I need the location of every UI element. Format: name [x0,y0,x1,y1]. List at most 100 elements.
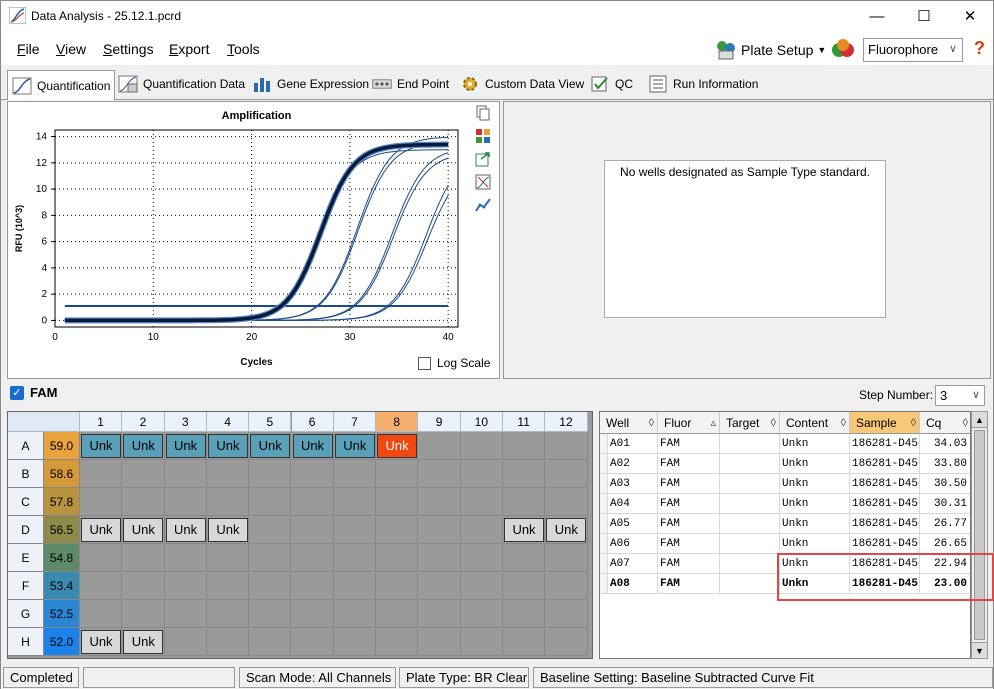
copy-icon[interactable] [475,105,491,121]
menu-export[interactable]: Export [169,41,209,57]
scroll-up-icon[interactable]: ▲ [972,412,987,428]
plate-row-header[interactable]: D [8,516,44,544]
tab-qc[interactable]: QC [585,70,638,98]
plate-well[interactable] [460,600,503,628]
table-scrollbar[interactable]: ▲ ▼ [971,411,988,659]
sort-icon[interactable]: ◊ [771,412,776,434]
minimize-button[interactable]: — [854,1,900,31]
help-icon[interactable]: ? [974,38,985,59]
plate-well[interactable] [503,628,546,656]
plate-well[interactable] [291,600,334,628]
plate-well[interactable] [291,516,334,544]
row-selector[interactable] [600,474,608,494]
plate-well[interactable] [545,460,588,488]
plate-well[interactable] [545,544,588,572]
row-selector[interactable] [600,554,608,574]
plate-well[interactable] [376,516,419,544]
plate-well[interactable] [291,572,334,600]
plate-well[interactable] [249,572,292,600]
plate-row-header[interactable]: H [8,628,44,656]
plate-well[interactable] [206,460,250,488]
plate-well[interactable] [249,600,292,628]
scroll-down-icon[interactable]: ▼ [972,642,987,658]
plate-column-header[interactable]: 11 [503,412,546,432]
plate-well[interactable] [206,572,250,600]
plate-well[interactable] [545,432,588,460]
plate-well[interactable] [333,544,377,572]
plate-well[interactable] [249,628,292,656]
well-sample-type[interactable]: Unk [165,434,206,458]
well-sample-type[interactable]: Unk [377,434,418,458]
plate-well[interactable] [545,488,588,516]
tab-end-point[interactable]: End Point [367,70,454,98]
plate-column-header[interactable]: 10 [460,412,503,432]
plate-well[interactable] [164,572,207,600]
plate-well[interactable] [206,488,250,516]
plate-well[interactable] [418,544,461,572]
plate-well[interactable] [460,628,503,656]
plate-well[interactable] [164,488,207,516]
tab-run-information[interactable]: Run Information [643,70,763,98]
well-sample-type[interactable]: Unk [207,434,248,458]
close-button[interactable]: ✕ [947,1,993,31]
tab-custom-data-view[interactable]: Custom Data View [455,70,589,98]
plate-well[interactable] [376,628,419,656]
plate-well[interactable] [80,488,123,516]
plate-well[interactable] [249,516,292,544]
plate-row-header[interactable]: B [8,460,44,488]
row-selector[interactable] [600,454,608,474]
plate-well[interactable] [164,628,207,656]
plate-column-header[interactable]: 4 [206,412,250,432]
plate-well[interactable] [503,432,546,460]
tab-quantification[interactable]: Quantification [7,70,116,100]
plate-well[interactable] [291,628,334,656]
well-sample-type[interactable]: Unk [165,518,206,542]
plate-well[interactable] [418,572,461,600]
sort-icon[interactable]: ▵ [710,412,716,434]
plate-well[interactable] [206,628,250,656]
tab-quantification-data[interactable]: Quantification Data [113,70,250,98]
column-header-sample[interactable]: Sample ◊ [850,412,920,434]
plate-well[interactable] [418,488,461,516]
row-selector[interactable] [600,514,608,534]
well-sample-type[interactable]: Unk [207,518,248,542]
plate-well[interactable] [503,488,546,516]
column-header-cq[interactable]: Cq ◊ [920,412,970,434]
plate-row-header[interactable]: F [8,572,44,600]
plate-well[interactable] [503,600,546,628]
plate-well[interactable] [418,516,461,544]
plate-well[interactable] [291,460,334,488]
plate-well[interactable] [460,544,503,572]
plate-well[interactable] [249,460,292,488]
tab-gene-expression[interactable]: Gene Expression [247,70,374,98]
plate-well[interactable] [418,432,461,460]
plate-well[interactable] [376,572,419,600]
plate-well[interactable] [418,628,461,656]
maximize-button[interactable]: ☐ [901,1,947,31]
plate-well[interactable] [333,488,377,516]
plate-row-header[interactable]: E [8,544,44,572]
plate-well[interactable] [333,516,377,544]
plate-column-header[interactable]: 8 [376,412,419,432]
well-sample-type[interactable]: Unk [504,518,544,542]
well-sample-type[interactable]: Unk [81,630,121,654]
plate-well[interactable] [122,600,165,628]
curve-settings-icon[interactable] [475,197,491,213]
menu-file[interactable]: File [17,41,40,57]
menu-settings[interactable]: Settings [103,41,154,57]
row-selector[interactable] [600,574,608,594]
plate-well[interactable] [376,460,419,488]
well-sample-type[interactable]: Unk [250,434,291,458]
plate-well[interactable] [164,544,207,572]
plate-column-header[interactable]: 2 [122,412,165,432]
well-sample-type[interactable]: Unk [123,518,164,542]
plate-column-header[interactable]: 1 [80,412,123,432]
plate-setup-button[interactable]: Plate Setup ▼ [715,37,826,63]
plate-well[interactable] [80,600,123,628]
plate-well[interactable] [418,600,461,628]
plate-well[interactable] [291,488,334,516]
plate-well[interactable] [249,488,292,516]
row-selector[interactable] [600,494,608,514]
plate-well[interactable] [460,488,503,516]
plate-column-header[interactable]: 9 [418,412,461,432]
